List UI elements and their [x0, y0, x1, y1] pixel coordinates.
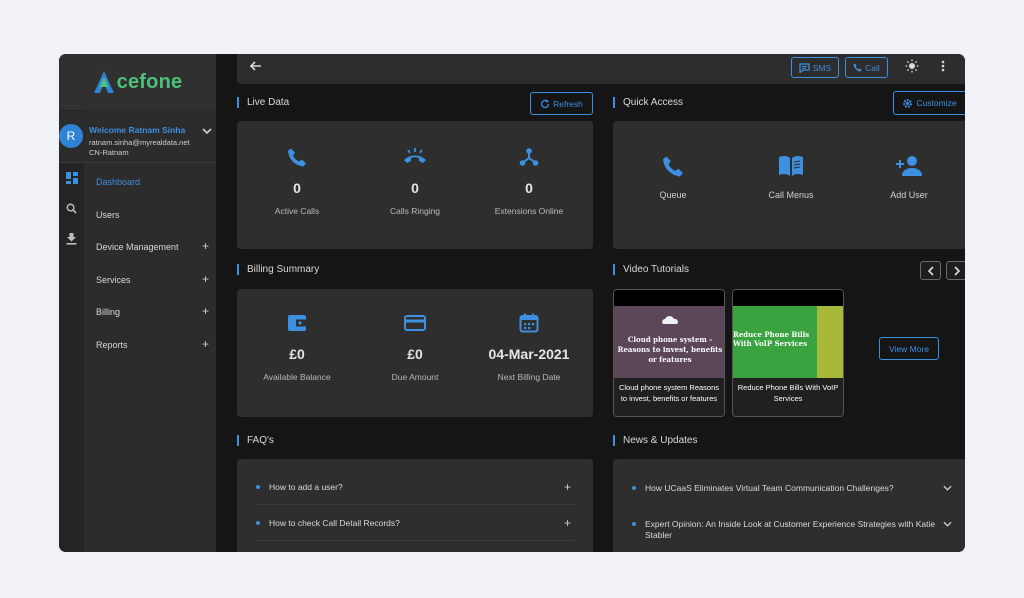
expand-plus-icon[interactable]: +: [202, 305, 209, 317]
phone-icon: [663, 156, 683, 177]
faq-item[interactable]: How to check Call Detail Records? +: [256, 505, 574, 541]
account-name: CN-Ratnam: [89, 148, 129, 157]
bullet-dot: [256, 484, 260, 489]
faq-item[interactable]: How to add a user? +: [256, 469, 574, 505]
expand-plus-icon[interactable]: +: [202, 273, 209, 285]
quick-access-title: Quick Access: [613, 97, 683, 108]
live-data-card: 0 Active Calls 0 Calls Ringing 0 Extensi…: [237, 121, 593, 249]
carousel-prev-button[interactable]: [920, 261, 941, 280]
search-icon[interactable]: [59, 198, 84, 218]
video-caption: Cloud phone system Reasons to invest, be…: [614, 378, 724, 416]
main-content: SMS Call Live Data Refresh 0 Active Call…: [216, 54, 965, 552]
news-item[interactable]: How UCaaS Eliminates Virtual Team Commun…: [632, 483, 952, 494]
stat-extensions-online: 0 Extensions Online: [469, 147, 589, 216]
gear-icon: [903, 98, 913, 108]
stat-calls-ringing: 0 Calls Ringing: [355, 147, 475, 216]
stat-due-amount: £0 Due Amount: [355, 313, 475, 382]
stat-active-calls: 0 Active Calls: [237, 147, 357, 216]
ringing-phone-icon: [404, 148, 426, 163]
sidebar-item-billing[interactable]: Billing +: [84, 296, 216, 329]
refresh-button[interactable]: Refresh: [530, 92, 593, 115]
bullet-dot: [632, 522, 636, 526]
video-tutorials-title: Video Tutorials: [613, 264, 689, 275]
phone-icon: [853, 63, 862, 72]
logo-text: cefone: [116, 70, 183, 93]
message-icon: [799, 62, 810, 73]
top-bar: SMS Call: [237, 54, 965, 84]
call-button[interactable]: Call: [845, 57, 888, 78]
faqs-card: How to add a user? + How to check Call D…: [237, 459, 593, 552]
news-updates-title: News & Updates: [613, 435, 697, 446]
billing-summary-card: £0 Available Balance £0 Due Amount 04-Ma…: [237, 289, 593, 417]
wallet-icon: [288, 315, 306, 331]
sidebar-item-services[interactable]: Services +: [84, 264, 216, 297]
bullet-dot: [632, 486, 636, 490]
chevron-right-icon: [953, 265, 960, 276]
book-icon: [779, 155, 803, 176]
live-data-title: Live Data: [237, 97, 289, 108]
user-email: ratnam.sinha@myrealdata.net: [89, 138, 190, 147]
video-thumbnail: Cloud phone system - Reasons to invest, …: [614, 306, 724, 380]
billing-summary-title: Billing Summary: [237, 264, 319, 275]
download-icon[interactable]: [59, 229, 84, 249]
welcome-text: Welcome Ratnam Sinha: [89, 125, 186, 135]
sidebar-item-users[interactable]: Users: [84, 199, 216, 232]
chevron-down-icon[interactable]: [943, 484, 952, 492]
carousel-next-button[interactable]: [946, 261, 965, 280]
chevron-left-icon: [927, 265, 934, 276]
view-more-button[interactable]: View More: [879, 337, 939, 360]
stat-available-balance: £0 Available Balance: [237, 313, 357, 382]
video-thumbnail: Reduce Phone Bills With VoIP Services: [733, 306, 843, 380]
sidebar: cefone R Welcome Ratnam Sinha ratnam.sin…: [59, 54, 216, 552]
sms-button[interactable]: SMS: [791, 57, 839, 78]
sidebar-nav: Dashboard Users Device Management + Servi…: [84, 166, 216, 361]
refresh-icon: [540, 98, 550, 108]
app-window: cefone R Welcome Ratnam Sinha ratnam.sin…: [59, 54, 965, 552]
phone-icon: [288, 148, 306, 167]
video-card[interactable]: Cloud phone system - Reasons to invest, …: [613, 289, 725, 417]
quick-access-call-menus[interactable]: Call Menus: [731, 155, 851, 200]
news-card: How UCaaS Eliminates Virtual Team Commun…: [613, 459, 965, 552]
customize-button[interactable]: Customize: [893, 91, 965, 115]
video-caption: Reduce Phone Bills With VoIP Services: [733, 378, 843, 416]
sidebar-item-reports[interactable]: Reports +: [84, 329, 216, 362]
brightness-icon[interactable]: [905, 59, 919, 73]
expand-plus-icon[interactable]: +: [564, 516, 571, 530]
quick-access-queue[interactable]: Queue: [613, 155, 733, 200]
sidebar-item-dashboard[interactable]: Dashboard: [84, 166, 216, 199]
logo[interactable]: cefone: [59, 54, 216, 110]
add-user-icon: [896, 156, 922, 176]
network-icon: [519, 148, 539, 166]
back-arrow-icon[interactable]: [249, 59, 263, 73]
stat-next-billing-date: 04-Mar-2021 Next Billing Date: [469, 313, 589, 382]
more-vertical-icon[interactable]: [940, 59, 946, 73]
chevron-down-icon[interactable]: [943, 520, 952, 528]
user-profile[interactable]: R Welcome Ratnam Sinha ratnam.sinha@myre…: [59, 111, 216, 163]
expand-plus-icon[interactable]: +: [202, 338, 209, 350]
video-card[interactable]: Reduce Phone Bills With VoIP Services Re…: [732, 289, 844, 417]
quick-access-add-user[interactable]: Add User: [849, 155, 965, 200]
bullet-dot: [256, 520, 260, 525]
card-icon: [404, 315, 426, 331]
expand-plus-icon[interactable]: +: [202, 240, 209, 252]
faqs-title: FAQ's: [237, 435, 274, 446]
cloud-icon: [662, 316, 678, 324]
expand-plus-icon[interactable]: +: [564, 480, 571, 494]
sidebar-item-device-management[interactable]: Device Management +: [84, 231, 216, 264]
news-item[interactable]: Expert Opinion: An Inside Look at Custom…: [632, 519, 952, 541]
chevron-down-icon[interactable]: [202, 127, 212, 135]
quick-access-card: Queue Call Menus Add User: [613, 121, 965, 249]
acefone-logo-icon: [93, 71, 114, 93]
calendar-icon: [519, 313, 539, 333]
avatar: R: [59, 124, 83, 148]
dashboard-icon[interactable]: [59, 168, 84, 188]
